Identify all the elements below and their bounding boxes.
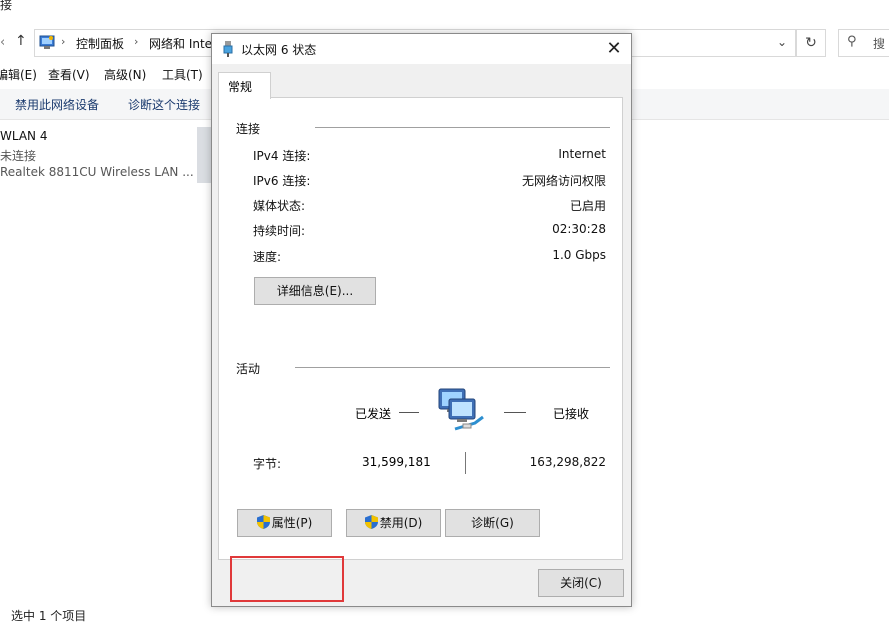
bytes-label: 字节: [253, 457, 282, 471]
bytes-divider [465, 452, 466, 474]
control-panel-icon [39, 35, 55, 49]
chevron-down-icon[interactable]: ⌄ [777, 35, 787, 49]
ethernet-plug-icon [223, 41, 233, 57]
menu-advanced[interactable]: 高级(N) [104, 66, 146, 83]
search-icon: ⚲ [847, 34, 857, 49]
breadcrumb-separator-icon: › [134, 35, 139, 48]
speed-label: 速度: [253, 250, 282, 264]
ipv4-value: Internet [558, 147, 606, 161]
status-bar-selection: 选中 1 个项目 [11, 609, 87, 623]
properties-button-label: 属性(P) [271, 516, 313, 530]
group-divider [295, 367, 610, 368]
received-dash [504, 412, 526, 413]
search-input[interactable]: ⚲ 搜 [838, 29, 889, 57]
ipv6-value: 无网络访问权限 [521, 174, 606, 188]
sent-dash [399, 412, 419, 413]
bytes-sent-value: 31,599,181 [362, 455, 431, 469]
menu-edit[interactable]: 编辑(E) [0, 66, 37, 83]
media-state-label: 媒体状态: [253, 199, 306, 213]
menu-view[interactable]: 查看(V) [48, 66, 90, 83]
disable-button[interactable]: 禁用(D) [346, 509, 441, 537]
duration-value: 02:30:28 [552, 222, 606, 236]
menu-tools[interactable]: 工具(T) [162, 66, 203, 83]
ipv6-label: IPv6 连接: [253, 174, 311, 188]
media-state-value: 已启用 [569, 199, 606, 213]
dialog-titlebar[interactable]: 以太网 6 状态 ✕ [212, 34, 631, 64]
breadcrumb-separator-icon: › [61, 35, 66, 48]
breadcrumb-control-panel[interactable]: 控制面板 [76, 35, 124, 52]
tab-general[interactable]: 常规 [218, 72, 271, 99]
diagnose-connection-command[interactable]: 诊断这个连接 [128, 96, 200, 113]
refresh-button[interactable]: ↻ [796, 29, 826, 57]
diagnose-button[interactable]: 诊断(G) [445, 509, 540, 537]
search-placeholder: 搜 [873, 37, 886, 51]
adapter-description: Realtek 8811CU Wireless LAN ... [0, 165, 194, 179]
details-button[interactable]: 详细信息(E)... [254, 277, 376, 305]
duration-label: 持续时间: [253, 224, 306, 238]
tab-general-label: 常规 [228, 80, 253, 94]
dialog-title: 以太网 6 状态 [241, 43, 317, 57]
breadcrumb-network[interactable]: 网络和 Inte [149, 35, 212, 52]
close-icon[interactable]: ✕ [600, 36, 628, 62]
ethernet-status-dialog: 以太网 6 状态 ✕ 常规 连接 IPv4 连接: Internet IPv6 … [211, 33, 632, 607]
highlight-box [230, 556, 344, 602]
connection-group-label: 连接 [236, 120, 267, 137]
adapter-status: 未连接 [0, 149, 37, 163]
up-arrow-icon[interactable]: ↑ [15, 33, 27, 49]
shield-icon [364, 515, 378, 529]
tab-panel: 连接 IPv4 连接: Internet IPv6 连接: 无网络访问权限 媒体… [218, 97, 623, 602]
refresh-icon: ↻ [805, 35, 817, 51]
disable-device-command[interactable]: 禁用此网络设备 [15, 96, 99, 113]
window-title-fragment: 接 [0, 0, 13, 12]
bytes-received-value: 163,298,822 [529, 455, 606, 469]
close-button[interactable]: 关闭(C) [538, 569, 624, 597]
adapter-name[interactable]: WLAN 4 [0, 129, 47, 143]
speed-value: 1.0 Gbps [552, 248, 606, 262]
network-activity-icon [438, 388, 484, 431]
group-divider [315, 127, 610, 128]
received-label: 已接收 [553, 407, 590, 421]
properties-button[interactable]: 属性(P) [237, 509, 332, 537]
shield-icon [256, 515, 270, 529]
ipv4-label: IPv4 连接: [253, 149, 311, 163]
disable-button-label: 禁用(D) [379, 516, 423, 530]
back-arrow-icon[interactable]: ‹ [0, 35, 5, 50]
sent-label: 已发送 [355, 407, 392, 421]
activity-group-label: 活动 [236, 360, 267, 377]
